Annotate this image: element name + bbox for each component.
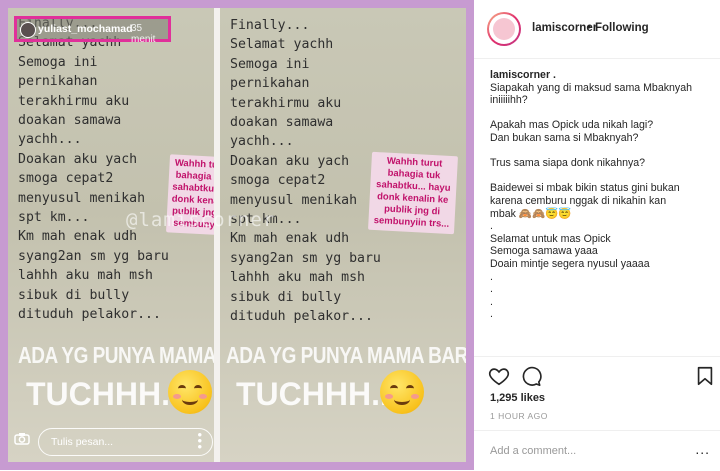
story-reply-input[interactable]: Tulis pesan... • • • <box>38 428 213 456</box>
heart-icon[interactable] <box>488 365 510 387</box>
post-photo[interactable]: Finally... Selamat yachh Semoga ini pern… <box>8 8 466 462</box>
post-time: 1 HOUR AGO <box>490 411 548 421</box>
more-options-icon[interactable]: ... <box>695 441 710 457</box>
caption-line: . <box>490 308 493 321</box>
caption-line: Selamat untuk mas Opick <box>490 232 611 245</box>
profile-avatar[interactable] <box>487 12 521 46</box>
story-time: 35 menit <box>131 23 156 45</box>
caption-line <box>490 145 712 158</box>
caption-line: Doain mintje segera nyusul yaaaa <box>490 257 650 270</box>
story-big-line2-right: TUCHHH... <box>236 376 398 412</box>
caption-line: . <box>490 270 493 283</box>
caption-line <box>490 170 712 183</box>
more-options-icon[interactable]: • • • <box>197 428 202 453</box>
caption-line: Baidewei si mbak bikin status gini bukan <box>490 182 680 195</box>
story-username: yuliast_mochamad <box>38 23 133 35</box>
photo-frame: Finally... Selamat yachh Semoga ini pern… <box>0 0 474 470</box>
post-actions <box>474 356 720 393</box>
caption-line: Trus sama siapa donk nikahnya? <box>490 157 646 170</box>
caption-line <box>490 107 712 120</box>
caption-line: . <box>490 220 493 233</box>
caption-line: Apakah mas Opick uda nikah lagi? <box>490 119 654 132</box>
story-big-line1-right: ADA YG PUNYA MAMA BARU <box>226 343 466 369</box>
bookmark-icon[interactable] <box>694 365 716 387</box>
post-sidebar: lamiscorner • Following lamiscorner . Si… <box>474 0 720 470</box>
caption-line: Dan bukan sama si Mbaknyah? <box>490 131 639 144</box>
caption-line: Semoga samawa yaaa <box>490 245 598 258</box>
comment-placeholder: Add a comment... <box>490 445 577 457</box>
caption-line: iniiiiihh? <box>490 94 528 107</box>
camera-icon[interactable] <box>14 432 30 445</box>
story-big-line2-left: TUCHHH... <box>26 376 188 412</box>
story-panel-left: Finally... Selamat yachh Semoga ini pern… <box>8 8 214 462</box>
caption-text: Siapakah yang di maksud sama Mbaknyah ini… <box>490 82 712 321</box>
story-sticker-right: Wahhh turut bahagia tuk sahabtku... hayu… <box>368 151 458 235</box>
caption-line: Siapakah yang di maksud sama Mbaknyah <box>490 81 692 94</box>
caption-line: mbak 🙈🙈😇😇 <box>490 207 572 220</box>
story-avatar <box>20 22 36 38</box>
header-separator: • <box>587 22 592 34</box>
story-big-line1-left: ADA YG PUNYA MAMA BARU <box>18 343 214 369</box>
speech-bubble-icon[interactable] <box>520 365 542 387</box>
smiling-face-emoji <box>168 370 212 414</box>
like-count[interactable]: 1,295 likes <box>490 392 545 404</box>
comment-input[interactable]: Add a comment... ... <box>474 430 720 471</box>
caption-line: . <box>490 283 493 296</box>
watermark-text: @lamiscorner <box>126 209 276 231</box>
story-reply-placeholder: Tulis pesan... <box>51 436 114 448</box>
smiling-face-emoji <box>380 370 424 414</box>
post-header: lamiscorner • Following <box>474 0 720 59</box>
story-user-highlight: yuliast_mochamad 35 menit <box>14 16 171 45</box>
caption-line: karena cemburu nggak di nikahin kan <box>490 194 667 207</box>
post-caption: lamiscorner . Siapakah yang di maksud sa… <box>490 69 712 321</box>
caption-username[interactable]: lamiscorner . <box>490 69 712 82</box>
story-panel-right: Finally... Selamat yachh Semoga ini pern… <box>220 8 466 462</box>
following-button[interactable]: Following <box>595 22 649 34</box>
caption-line: . <box>490 295 493 308</box>
